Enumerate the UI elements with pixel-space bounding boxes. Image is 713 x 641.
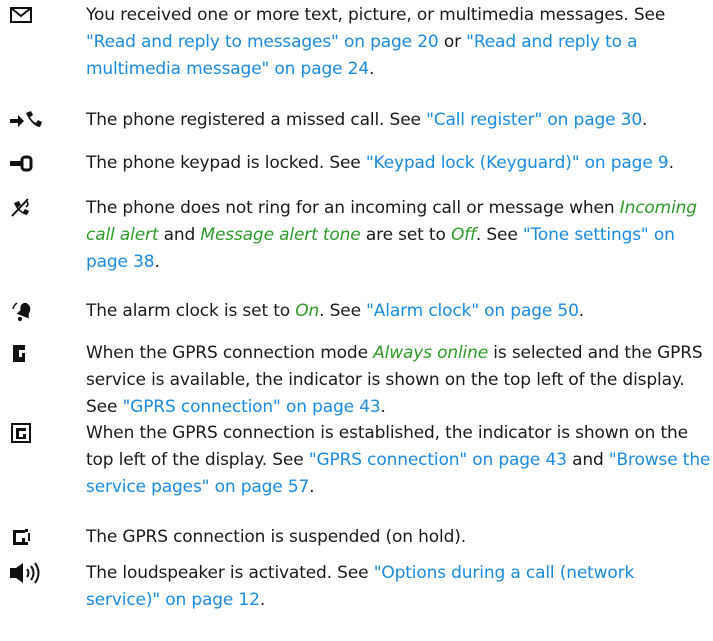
entry-text: The phone registered a missed call. See … <box>86 107 711 134</box>
body-text: . See <box>475 225 523 245</box>
cross-reference-link[interactable]: "Read and reply to messages" on page 20 <box>86 32 439 52</box>
envelope-icon <box>9 2 43 29</box>
body-text: and <box>566 450 609 470</box>
cross-reference-link[interactable]: "Call register" on page 30 <box>426 110 642 130</box>
body-text: or <box>438 32 467 52</box>
gprs-suspended-icon <box>9 524 43 551</box>
entry-text: The phone does not ring for an incoming … <box>86 195 711 276</box>
body-text: . <box>369 59 375 79</box>
body-text: The phone keypad is locked. See <box>86 153 366 173</box>
alarm-bell-icon <box>9 298 43 325</box>
body-text: . <box>578 301 585 321</box>
body-text: . <box>668 153 674 173</box>
body-text: When the GPRS connection mode <box>86 343 374 363</box>
cross-reference-link[interactable]: "GPRS connection" on page 43 <box>123 397 381 417</box>
entry-text: The GPRS connection is suspended (on hol… <box>86 524 711 551</box>
gprs-online-icon <box>9 340 43 367</box>
body-text: The phone registered a missed call. See <box>86 110 427 130</box>
entry-text: The alarm clock is set to On. See "Alarm… <box>86 298 711 325</box>
silent-icon <box>9 195 43 222</box>
setting-term: Message alert tone <box>200 225 361 245</box>
missed-call-icon <box>9 107 43 134</box>
setting-term: On <box>295 301 320 321</box>
entry-text: You received one or more text, picture, … <box>86 2 711 83</box>
body-text: are set to <box>360 225 451 245</box>
body-text: The alarm clock is set to <box>86 301 296 321</box>
body-text: and <box>158 225 201 245</box>
key-lock-icon <box>9 150 43 177</box>
body-text: The phone does not ring for an incoming … <box>86 198 620 218</box>
cross-reference-link[interactable]: "Keypad lock (Keyguard)" on page 9 <box>366 153 669 173</box>
entry-text: The loudspeaker is activated. See "Optio… <box>86 560 711 614</box>
entry-text: When the GPRS connection mode Always onl… <box>86 340 711 421</box>
body-text: . <box>309 477 315 497</box>
gprs-connected-icon <box>9 420 43 447</box>
body-text: . <box>642 110 648 130</box>
cross-reference-link[interactable]: "GPRS connection" on page 43 <box>309 450 567 470</box>
setting-term: Off <box>450 225 476 245</box>
body-text: The loudspeaker is activated. See <box>86 563 374 583</box>
body-text: The GPRS connection is suspended (on hol… <box>86 527 466 547</box>
cross-reference-link[interactable]: "Alarm clock" on page 50 <box>366 301 579 321</box>
body-text: You received one or more text, picture, … <box>86 5 666 25</box>
setting-term: Always online <box>373 343 489 363</box>
entry-text: When the GPRS connection is established,… <box>86 420 711 501</box>
body-text: . <box>259 590 266 610</box>
body-text: . See <box>319 301 367 321</box>
body-text: . <box>154 252 160 272</box>
loudspeaker-icon <box>9 560 43 587</box>
body-text: . <box>380 397 386 417</box>
entry-text: The phone keypad is locked. See "Keypad … <box>86 150 711 177</box>
